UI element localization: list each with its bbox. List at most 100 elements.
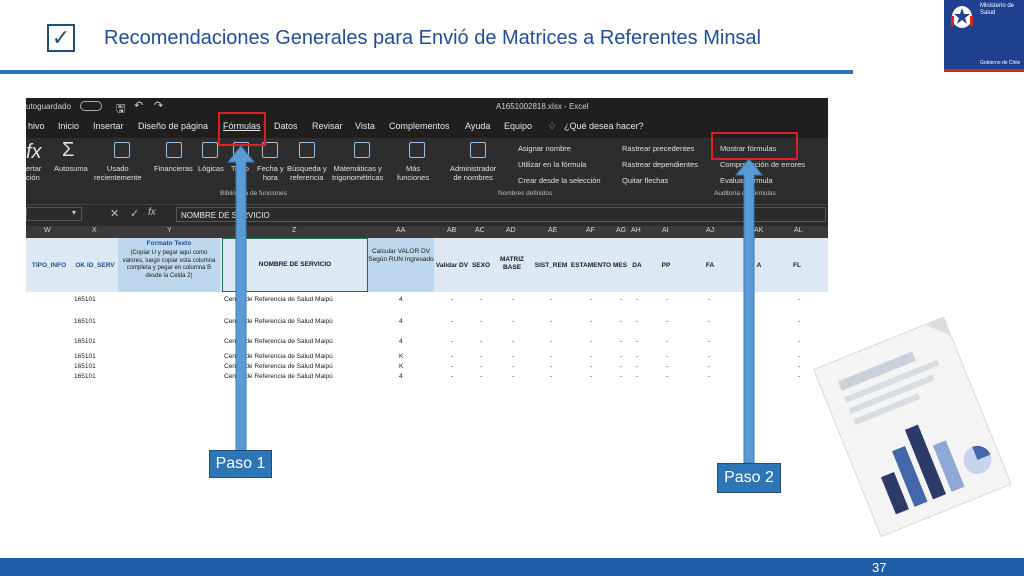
cell-dash[interactable]: - xyxy=(590,296,592,303)
cell-id[interactable]: 165101 xyxy=(74,373,96,380)
cell-dash[interactable]: - xyxy=(636,373,638,380)
col-af[interactable]: AF xyxy=(586,227,595,234)
cell-dash[interactable]: - xyxy=(636,338,638,345)
cell-dash[interactable]: - xyxy=(798,363,800,370)
col-ah[interactable]: AH xyxy=(631,227,641,234)
fx-bar-icon[interactable]: fx xyxy=(148,207,156,218)
col-al[interactable]: AL xyxy=(794,227,803,234)
cell-dash[interactable]: - xyxy=(550,338,552,345)
name-box-dropdown-icon[interactable]: ▾ xyxy=(72,208,76,217)
cell-dash[interactable]: - xyxy=(451,338,453,345)
datetime-button[interactable]: Fecha y hora xyxy=(257,164,284,182)
cell-dash[interactable]: - xyxy=(798,318,800,325)
insert-function-button[interactable]: ertar ción xyxy=(26,164,41,182)
cell-dash[interactable]: - xyxy=(550,296,552,303)
redo-icon[interactable]: ↷ xyxy=(154,99,163,112)
define-name-button[interactable]: Asignar nombre xyxy=(518,144,571,153)
cell-dash[interactable]: - xyxy=(451,318,453,325)
cell-dash[interactable]: - xyxy=(708,318,710,325)
cell-dv[interactable]: K xyxy=(399,353,403,360)
header-da[interactable]: DA xyxy=(628,262,646,270)
cell-dash[interactable]: - xyxy=(480,338,482,345)
cell-dash[interactable]: - xyxy=(590,353,592,360)
tab-diseno[interactable]: Diseño de página xyxy=(138,121,208,131)
cell-dash[interactable]: - xyxy=(451,353,453,360)
cell-dash[interactable]: - xyxy=(512,296,514,303)
header-fa[interactable]: FA xyxy=(698,262,722,270)
header-validar[interactable]: Validar DV xyxy=(434,262,470,270)
cell-dv[interactable]: 4 xyxy=(399,338,403,345)
cell-dash[interactable]: - xyxy=(620,363,622,370)
cell-dash[interactable]: - xyxy=(512,363,514,370)
sigma-icon[interactable]: Σ xyxy=(62,140,74,160)
cell-dv[interactable]: 4 xyxy=(399,296,403,303)
use-in-formula-button[interactable]: Utilizar en la fórmula xyxy=(518,160,586,169)
cell-dash[interactable]: - xyxy=(620,373,622,380)
header-tipo-info[interactable]: TIPO_INFO xyxy=(26,262,72,270)
trace-precedents-button[interactable]: Rastrear precedentes xyxy=(622,144,694,153)
cell-dash[interactable]: - xyxy=(550,363,552,370)
cell-dash[interactable]: - xyxy=(666,373,668,380)
tell-me-box[interactable]: ¿Qué desea hacer? xyxy=(564,121,644,131)
tab-ayuda[interactable]: Ayuda xyxy=(465,121,490,131)
cell-dash[interactable]: - xyxy=(480,373,482,380)
cell-dash[interactable]: - xyxy=(708,373,710,380)
cell-id[interactable]: 165101 xyxy=(74,318,96,325)
tab-revisar[interactable]: Revisar xyxy=(312,121,343,131)
col-ac[interactable]: AC xyxy=(475,227,485,234)
cell-dv[interactable]: 4 xyxy=(399,318,403,325)
trace-dependents-button[interactable]: Rastrear dependientes xyxy=(622,160,698,169)
tab-equipo[interactable]: Equipo xyxy=(504,121,532,131)
cell-dash[interactable]: - xyxy=(666,353,668,360)
header-sist[interactable]: SIST_REM xyxy=(532,262,570,270)
col-z[interactable]: Z xyxy=(292,227,296,234)
col-aa[interactable]: AA xyxy=(396,227,405,234)
cell-dash[interactable]: - xyxy=(708,296,710,303)
cell-dash[interactable]: - xyxy=(480,363,482,370)
more-functions-button[interactable]: Más funciones xyxy=(397,164,429,182)
cell-id[interactable]: 165101 xyxy=(74,338,96,345)
formula-input[interactable]: NOMBRE DE SERVICIO xyxy=(176,207,826,222)
cell-dash[interactable]: - xyxy=(708,353,710,360)
cell-dash[interactable]: - xyxy=(550,353,552,360)
formato-cell[interactable]: Formato Texto (Copiar U y pegar aquí com… xyxy=(118,238,220,292)
cell-dash[interactable]: - xyxy=(798,296,800,303)
math-button[interactable]: Matemáticas y trigonométricas xyxy=(332,164,383,182)
cell-dash[interactable]: - xyxy=(666,338,668,345)
cell-id[interactable]: 165101 xyxy=(74,296,96,303)
name-manager-button[interactable]: Administrador de nombres xyxy=(450,164,496,182)
cell-dash[interactable]: - xyxy=(798,353,800,360)
cell-dv[interactable]: 4 xyxy=(399,373,403,380)
cell-dash[interactable]: - xyxy=(590,363,592,370)
cell-dash[interactable]: - xyxy=(708,338,710,345)
undo-icon[interactable]: ↶ xyxy=(134,99,143,112)
cell-dash[interactable]: - xyxy=(590,338,592,345)
tab-archivo[interactable]: hivo xyxy=(28,121,45,131)
header-fl[interactable]: FL xyxy=(788,262,806,270)
cell-dash[interactable]: - xyxy=(636,353,638,360)
cell-dash[interactable]: - xyxy=(620,318,622,325)
col-ai[interactable]: AI xyxy=(662,227,669,234)
tab-complementos[interactable]: Complementos xyxy=(389,121,450,131)
financial-button[interactable]: Financieras xyxy=(154,164,193,173)
cell-dash[interactable]: - xyxy=(512,338,514,345)
cell-dash[interactable]: - xyxy=(590,373,592,380)
cell-dv[interactable]: K xyxy=(399,363,403,370)
col-ab[interactable]: AB xyxy=(447,227,456,234)
cell-dash[interactable]: - xyxy=(512,353,514,360)
col-ad[interactable]: AD xyxy=(506,227,516,234)
cell-dash[interactable]: - xyxy=(666,318,668,325)
tab-datos[interactable]: Datos xyxy=(274,121,298,131)
col-y[interactable]: Y xyxy=(167,227,172,234)
cell-dash[interactable]: - xyxy=(636,296,638,303)
cell-dash[interactable]: - xyxy=(512,318,514,325)
cell-dash[interactable]: - xyxy=(590,318,592,325)
col-ag[interactable]: AG xyxy=(616,227,626,234)
col-x[interactable]: X xyxy=(92,227,97,234)
cell-dash[interactable]: - xyxy=(620,296,622,303)
enter-icon[interactable]: ✓ xyxy=(130,207,139,220)
recent-button[interactable]: Usado recientemente xyxy=(94,164,142,182)
cell-dash[interactable]: - xyxy=(620,338,622,345)
tab-vista[interactable]: Vista xyxy=(355,121,375,131)
cell-dash[interactable]: - xyxy=(512,373,514,380)
